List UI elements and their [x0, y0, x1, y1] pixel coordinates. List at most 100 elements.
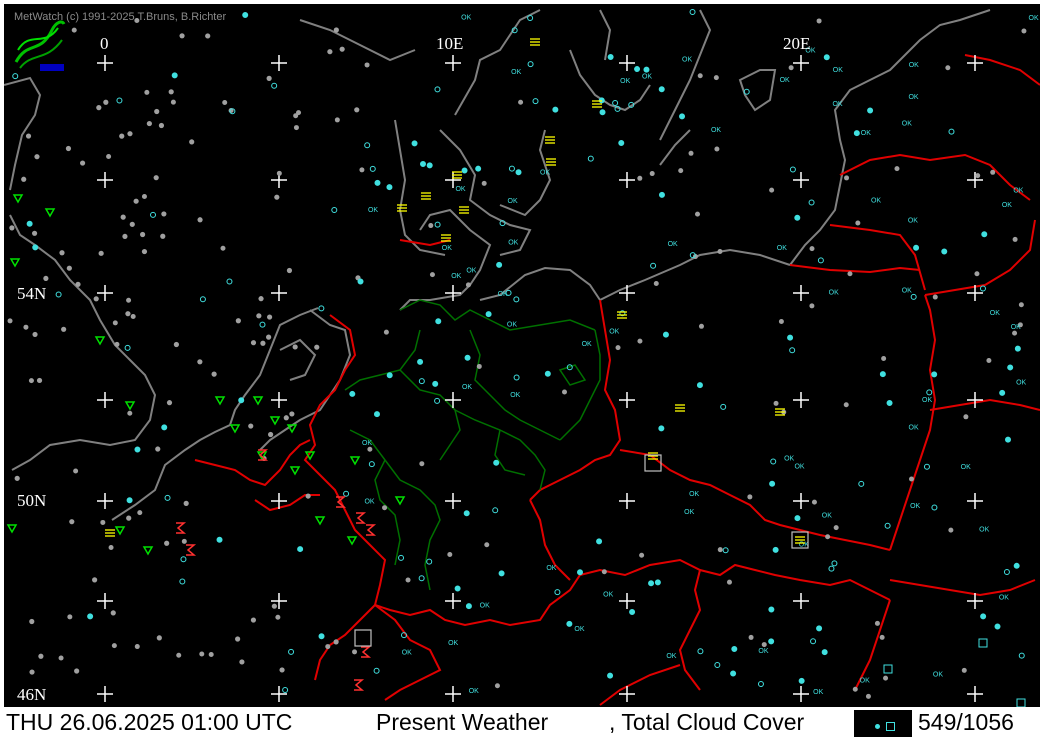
station-overcast-icon[interactable]	[382, 505, 388, 511]
station-overcast-icon[interactable]	[239, 659, 245, 665]
station-cloud-icon[interactable]	[654, 579, 661, 586]
station-overcast-icon[interactable]	[74, 668, 80, 674]
station-overcast-icon[interactable]	[963, 414, 969, 420]
station-cloud-icon[interactable]	[926, 389, 933, 396]
station-overcast-icon[interactable]	[339, 46, 345, 52]
station-cloud-icon[interactable]	[418, 575, 425, 582]
station-ok-label[interactable]: OK	[666, 653, 676, 660]
station-cloud-icon[interactable]	[722, 547, 729, 554]
station-overcast-icon[interactable]	[98, 250, 104, 256]
station-cloud-icon[interactable]	[768, 606, 775, 613]
station-overcast-icon[interactable]	[250, 617, 257, 623]
station-overcast-icon[interactable]	[127, 131, 133, 137]
station-overcast-icon[interactable]	[769, 187, 775, 193]
station-overcast-icon[interactable]	[66, 265, 72, 271]
station-overcast-icon[interactable]	[266, 334, 272, 340]
station-overcast-icon[interactable]	[43, 275, 49, 282]
station-cloud-icon[interactable]	[1003, 568, 1010, 575]
station-cloud-icon[interactable]	[697, 648, 704, 655]
station-cloud-icon[interactable]	[434, 221, 441, 228]
station-overcast-icon[interactable]	[653, 280, 659, 286]
station-thunderstorm-icon[interactable]	[366, 524, 377, 536]
station-ok-label[interactable]: OK	[1002, 202, 1012, 209]
station-overcast-icon[interactable]	[268, 431, 274, 438]
station-cloud-icon[interactable]	[714, 661, 721, 668]
station-cloud-icon[interactable]	[343, 490, 350, 497]
station-cloud-icon[interactable]	[26, 220, 33, 227]
station-cloud-icon[interactable]	[461, 167, 468, 174]
station-overcast-icon[interactable]	[7, 318, 13, 324]
station-cloud-icon[interactable]	[867, 107, 874, 114]
station-ok-label[interactable]: OK	[442, 245, 452, 252]
station-overcast-icon[interactable]	[465, 282, 471, 288]
station-overcast-icon[interactable]	[156, 635, 162, 641]
station-overcast-icon[interactable]	[447, 551, 453, 557]
station-cloud-icon[interactable]	[544, 370, 551, 377]
station-shower-icon[interactable]	[394, 496, 406, 506]
station-overcast-icon[interactable]	[1021, 28, 1027, 34]
station-cloud-icon[interactable]	[238, 397, 245, 404]
station-ok-label[interactable]: OK	[480, 602, 490, 609]
station-overcast-icon[interactable]	[948, 527, 954, 533]
station-overcast-icon[interactable]	[125, 311, 131, 317]
station-overcast-icon[interactable]	[637, 338, 643, 344]
station-overcast-icon[interactable]	[274, 194, 280, 200]
station-overcast-icon[interactable]	[333, 27, 339, 33]
station-cloud-icon[interactable]	[772, 546, 779, 553]
station-overcast-icon[interactable]	[292, 344, 298, 350]
station-cloud-icon[interactable]	[349, 390, 356, 397]
station-ok-label[interactable]: OK	[609, 329, 619, 336]
station-cloud-icon[interactable]	[566, 620, 573, 627]
station-cloud-icon[interactable]	[527, 15, 534, 22]
station-cloud-icon[interactable]	[607, 672, 614, 679]
station-ok-label[interactable]: OK	[832, 101, 842, 108]
station-overcast-icon[interactable]	[205, 33, 211, 39]
station-overcast-icon[interactable]	[367, 446, 373, 452]
station-cloud-icon[interactable]	[554, 589, 561, 596]
station-overcast-icon[interactable]	[110, 610, 116, 616]
station-overcast-icon[interactable]	[144, 89, 150, 95]
station-cloud-icon[interactable]	[426, 162, 433, 169]
station-overcast-icon[interactable]	[773, 400, 779, 406]
station-ok-label[interactable]: OK	[1029, 15, 1039, 22]
station-cloud-icon[interactable]	[434, 397, 441, 404]
station-overcast-icon[interactable]	[714, 146, 720, 152]
station-overcast-icon[interactable]	[865, 693, 871, 699]
station-shower-icon[interactable]	[252, 396, 264, 406]
station-ok-label[interactable]: OK	[908, 94, 918, 101]
station-overcast-icon[interactable]	[697, 73, 703, 79]
station-overcast-icon[interactable]	[126, 297, 132, 303]
station-shower-icon[interactable]	[229, 424, 241, 434]
station-ok-label[interactable]: OK	[510, 392, 520, 399]
station-cloud-icon[interactable]	[650, 262, 657, 269]
station-overcast-icon[interactable]	[122, 233, 128, 240]
station-thunderstorm-icon[interactable]	[176, 522, 187, 534]
station-cloud-icon[interactable]	[242, 12, 249, 19]
station-ok-label[interactable]: OK	[455, 186, 465, 193]
station-overcast-icon[interactable]	[222, 99, 228, 105]
station-overcast-icon[interactable]	[108, 545, 114, 551]
station-overcast-icon[interactable]	[364, 62, 370, 68]
station-cloud-icon[interactable]	[720, 403, 727, 410]
station-overcast-icon[interactable]	[197, 359, 203, 365]
station-overcast-icon[interactable]	[137, 510, 143, 516]
station-overcast-icon[interactable]	[260, 340, 266, 346]
station-cloud-icon[interactable]	[485, 311, 492, 318]
station-overcast-icon[interactable]	[134, 644, 140, 650]
station-ok-label[interactable]: OK	[1013, 188, 1023, 195]
station-shower-icon[interactable]	[9, 258, 21, 268]
station-shower-icon[interactable]	[6, 524, 18, 534]
station-overcast-icon[interactable]	[1012, 236, 1018, 242]
station-overcast-icon[interactable]	[155, 446, 161, 452]
station-cloud-icon[interactable]	[124, 344, 131, 351]
station-overcast-icon[interactable]	[761, 642, 767, 648]
station-cloud-icon[interactable]	[831, 560, 838, 567]
station-cloud-icon[interactable]	[150, 211, 157, 218]
station-overcast-icon[interactable]	[126, 515, 132, 521]
station-overcast-icon[interactable]	[481, 180, 487, 186]
station-shower-icon[interactable]	[214, 396, 226, 406]
station-ok-label[interactable]: OK	[910, 503, 920, 510]
station-overcast-icon[interactable]	[129, 221, 135, 227]
station-ok-label[interactable]: OK	[462, 384, 472, 391]
station-overcast-icon[interactable]	[267, 314, 273, 320]
